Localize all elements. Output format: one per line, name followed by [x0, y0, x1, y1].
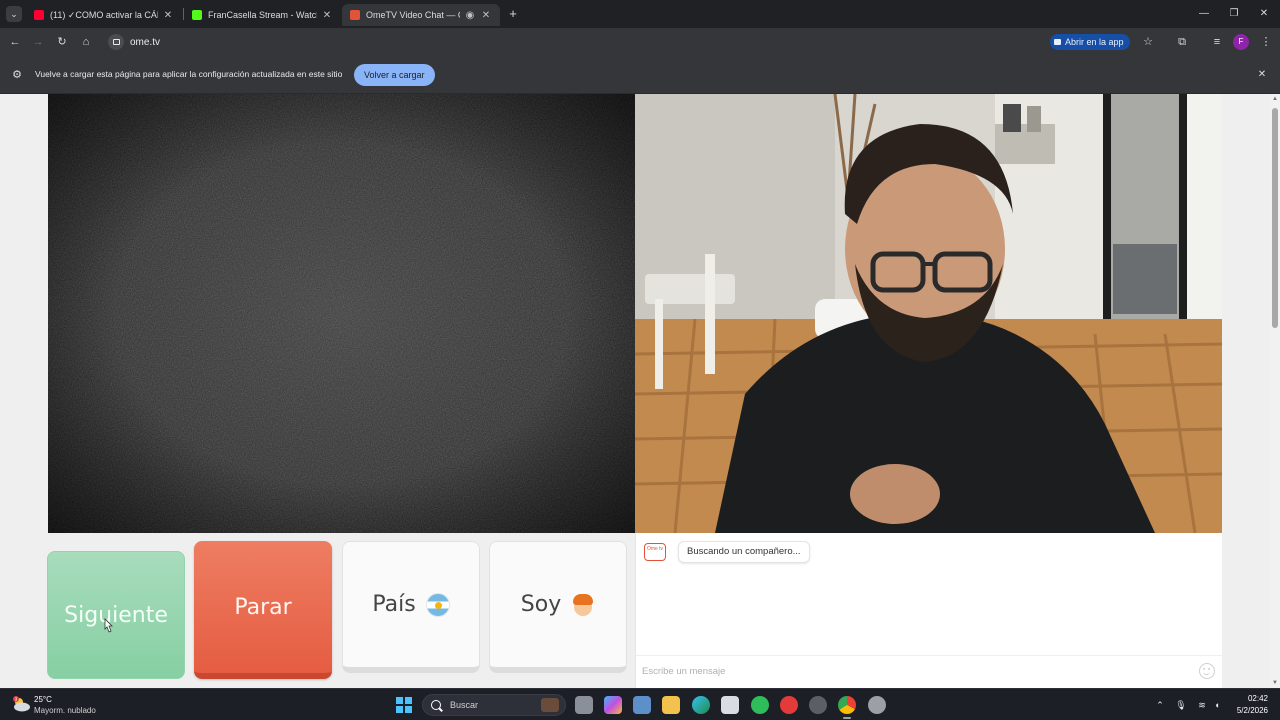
task-view-icon[interactable] [575, 696, 593, 714]
recording-indicator-icon: ◉ [465, 9, 475, 21]
obs-icon[interactable] [809, 696, 827, 714]
app-icon [1054, 39, 1061, 45]
address-bar[interactable]: ome.tv [104, 32, 1044, 52]
cloudy-weather-icon[interactable]: 3 [11, 696, 31, 712]
reload-icon[interactable]: ↻ [54, 34, 70, 50]
browser-tab-strip: ⌄ (11) ✓COMO activar la CÁMARA ✕ FranCas… [0, 0, 1280, 28]
back-arrow-icon[interactable]: ← [7, 34, 23, 50]
chat-panel: Ome tv Buscando un compañero... [635, 533, 1223, 688]
next-label: Siguiente [64, 602, 168, 628]
gender-label: Soy [520, 592, 562, 617]
open-in-app-button[interactable]: Abrir en la app [1050, 34, 1130, 50]
mouse-cursor-icon [104, 618, 113, 633]
ometv-favicon-icon [350, 10, 360, 20]
infobar-message: Vuelve a cargar esta página para aplicar… [35, 69, 343, 79]
extensions-icon[interactable]: ⧉ [1174, 34, 1190, 50]
self-webcam-video [635, 94, 1222, 533]
country-filter-button[interactable]: País [342, 541, 480, 673]
edge-icon[interactable] [692, 696, 710, 714]
stop-label: Parar [234, 594, 292, 620]
clock-date[interactable]: 5/2/2026 [1226, 706, 1268, 715]
chrome-icon[interactable] [838, 696, 856, 719]
boy-avatar-icon [571, 592, 595, 618]
browser-toolbar: ← → ↻ ⌂ ome.tv Abrir en la app ☆ ⧉ ≡ F ⋮ [0, 28, 1280, 56]
chat-input-bar [636, 655, 1223, 685]
settings-icon[interactable] [868, 696, 886, 714]
close-tab-icon[interactable]: ✕ [480, 10, 492, 21]
youtube-favicon-icon [34, 10, 44, 20]
weather-desc[interactable]: Mayorm. nublado [34, 706, 96, 715]
media-controls-icon[interactable]: ≡ [1209, 34, 1225, 50]
reload-page-button[interactable]: Volver a cargar [354, 64, 435, 86]
kick-favicon-icon [192, 10, 202, 20]
windows-taskbar: 3 25°C Mayorm. nublado Buscar ⌃ 🎙 ≋ ◖ 02… [0, 688, 1280, 720]
next-button[interactable]: Siguiente [47, 551, 185, 679]
app-red-icon[interactable] [780, 696, 798, 714]
stop-button[interactable]: Parar [194, 541, 332, 679]
clock-time[interactable]: 02:42 [1238, 694, 1268, 703]
weather-temp[interactable]: 25°C [34, 695, 52, 704]
argentina-flag-icon [425, 592, 450, 617]
status-message: Buscando un compañero... [678, 541, 810, 563]
window-close-icon[interactable]: ✕ [1254, 6, 1274, 22]
site-info-icon[interactable] [108, 34, 124, 50]
stranger-video-static [48, 94, 635, 533]
tab-kick[interactable]: FranCasella Stream - Watch Live ✕ [184, 4, 341, 26]
photos-icon[interactable] [633, 696, 651, 714]
webcam-scene [635, 94, 1222, 533]
microphone-icon[interactable]: 🎙 [1175, 699, 1187, 711]
open-in-app-label: Abrir en la app [1065, 37, 1124, 47]
tab-title: FranCasella Stream - Watch Live [208, 10, 317, 20]
windows-start-icon[interactable] [396, 697, 412, 713]
close-tab-icon[interactable]: ✕ [162, 10, 174, 21]
close-tab-icon[interactable]: ✕ [321, 10, 333, 21]
scroll-down-arrow-icon[interactable]: ▼ [1271, 679, 1279, 687]
wifi-icon[interactable]: ≋ [1196, 699, 1208, 711]
gender-filter-button[interactable]: Soy [489, 541, 627, 673]
restore-icon[interactable]: ❐ [1224, 6, 1244, 22]
search-highlight-icon [541, 698, 559, 712]
tab-search-chevron-icon[interactable]: ⌄ [6, 6, 22, 22]
whatsapp-icon[interactable] [751, 696, 769, 714]
url-text: ome.tv [130, 36, 161, 48]
tab-title: (11) ✓COMO activar la CÁMARA [50, 9, 158, 20]
profile-avatar[interactable]: F [1233, 34, 1249, 50]
copilot-icon[interactable] [604, 696, 622, 714]
tab-youtube[interactable]: (11) ✓COMO activar la CÁMARA ✕ [26, 4, 182, 26]
forward-arrow-icon[interactable]: → [30, 34, 46, 50]
store-icon[interactable] [721, 696, 739, 714]
infobar-close-icon[interactable]: ✕ [1256, 69, 1268, 81]
scroll-up-arrow-icon[interactable]: ▲ [1271, 95, 1279, 103]
chat-controls: Siguiente Parar País Soy [47, 541, 629, 681]
ometv-logo-icon: Ome tv [644, 543, 666, 561]
message-input[interactable] [642, 662, 1182, 680]
ometv-page: Siguiente Parar País Soy Ome tv Buscando… [0, 94, 1270, 688]
menu-kebab-icon[interactable]: ⋮ [1258, 34, 1274, 50]
file-explorer-icon[interactable] [662, 696, 680, 714]
minimize-icon[interactable]: — [1194, 6, 1214, 22]
search-label: Buscar [450, 700, 479, 710]
search-icon [431, 700, 441, 710]
settings-gear-icon: ⚙ [12, 69, 22, 81]
new-tab-button[interactable]: + [506, 6, 520, 22]
tab-ometv[interactable]: OmeTV Video Chat — Omegle ◉ ✕ [342, 4, 500, 26]
emoji-smiley-icon[interactable] [1199, 663, 1215, 679]
video-noise [48, 94, 635, 533]
tab-title: OmeTV Video Chat — Omegle [366, 10, 460, 20]
home-icon[interactable]: ⌂ [78, 34, 94, 50]
volume-icon[interactable]: ◖ [1211, 699, 1223, 711]
tray-chevron-up-icon[interactable]: ⌃ [1154, 699, 1166, 711]
reload-infobar: ⚙ Vuelve a cargar esta página para aplic… [0, 56, 1280, 94]
scroll-thumb[interactable] [1272, 108, 1278, 328]
bookmark-star-icon[interactable]: ☆ [1140, 34, 1156, 50]
country-label: País [372, 592, 416, 617]
taskbar-search[interactable]: Buscar [422, 694, 566, 716]
page-scrollbar[interactable]: ▲ ▼ [1270, 94, 1280, 688]
